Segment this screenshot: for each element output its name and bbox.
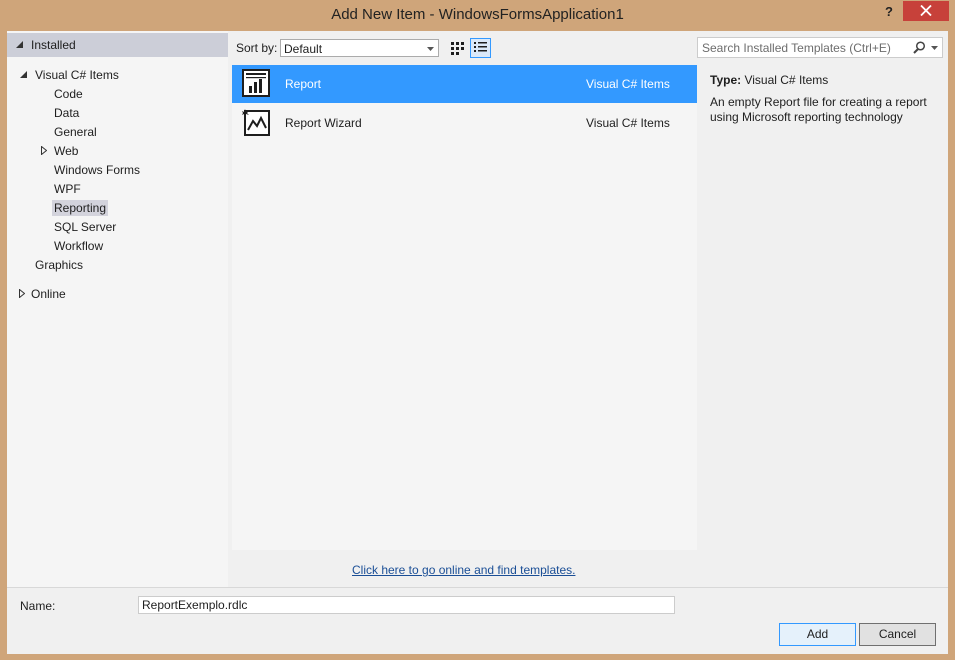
template-description: An empty Report file for creating a repo… — [710, 95, 927, 124]
help-button[interactable]: ? — [878, 4, 900, 22]
template-category: Visual C# Items — [586, 77, 670, 91]
template-category: Visual C# Items — [586, 116, 670, 130]
sort-by-label: Sort by: — [236, 41, 278, 55]
collapsed-arrow-icon[interactable] — [19, 289, 25, 298]
tree-item-general[interactable]: General — [54, 124, 97, 140]
dialog-window: Add New Item - WindowsFormsApplication1 … — [0, 0, 955, 660]
template-type: Type: Visual C# Items — [710, 73, 828, 87]
template-name: Report Wizard — [285, 116, 362, 130]
name-label: Name: — [20, 599, 56, 613]
type-value: Visual C# Items — [744, 73, 829, 87]
dialog-client-area: Installed Visual C# Items Code Data Gene… — [7, 31, 948, 654]
tree-item-web[interactable]: Web — [54, 143, 78, 159]
add-button[interactable]: Add — [779, 623, 856, 646]
tree-item-visual-csharp[interactable]: Visual C# Items — [35, 67, 119, 83]
small-icons-view-button[interactable] — [447, 38, 468, 58]
search-templates-box[interactable] — [697, 37, 943, 58]
list-view-icon — [474, 42, 487, 52]
tree-item-graphics[interactable]: Graphics — [35, 257, 83, 273]
template-name: Report — [285, 77, 322, 91]
template-item-report-wizard[interactable]: Report Wizard Visual C# Items — [232, 104, 697, 142]
tree-item-installed-label: Installed — [31, 38, 76, 52]
collapsed-arrow-icon[interactable] — [41, 146, 47, 155]
expanded-arrow-icon[interactable] — [20, 71, 27, 78]
tree-item-code[interactable]: Code — [54, 86, 83, 102]
report-icon — [242, 69, 270, 97]
close-button[interactable] — [903, 1, 949, 21]
search-input[interactable] — [702, 40, 907, 55]
tree-item-sql-server[interactable]: SQL Server — [54, 219, 116, 235]
details-view-button[interactable] — [470, 38, 491, 58]
close-icon — [920, 5, 932, 16]
tree-item-windows-forms[interactable]: Windows Forms — [54, 162, 140, 178]
tree-item-workflow[interactable]: Workflow — [54, 238, 103, 254]
window-title: Add New Item - WindowsFormsApplication1 — [331, 6, 624, 23]
template-item-report[interactable]: Report Visual C# Items — [232, 65, 697, 103]
name-field[interactable] — [138, 596, 675, 614]
tree-item-reporting[interactable]: Reporting — [52, 200, 109, 216]
template-list: Report Visual C# Items Report Wizard Vis… — [232, 65, 697, 550]
template-details-pane: Type: Visual C# Items An empty Report fi… — [704, 65, 948, 550]
type-label: Type: — [710, 73, 742, 87]
template-tree: Installed Visual C# Items Code Data Gene… — [7, 31, 228, 587]
tree-item-installed[interactable]: Installed — [7, 33, 228, 57]
tree-item-online[interactable]: Online — [31, 286, 66, 302]
cancel-button[interactable]: Cancel — [859, 623, 936, 646]
dialog-footer: Name: Add Cancel — [7, 587, 948, 654]
grid-view-icon — [451, 42, 464, 55]
tree-item-data[interactable]: Data — [54, 105, 79, 121]
chevron-down-icon[interactable] — [931, 46, 938, 50]
report-wizard-icon — [242, 109, 270, 136]
title-bar: Add New Item - WindowsFormsApplication1 … — [0, 0, 955, 31]
sort-by-dropdown[interactable]: Default — [280, 39, 439, 57]
sort-by-value: Default — [284, 42, 323, 56]
online-templates-link[interactable]: Click here to go online and find templat… — [352, 563, 575, 577]
search-icon[interactable] — [913, 41, 926, 54]
chevron-down-icon — [427, 47, 434, 51]
tree-item-wpf[interactable]: WPF — [54, 181, 81, 197]
expanded-arrow-icon — [16, 41, 23, 48]
